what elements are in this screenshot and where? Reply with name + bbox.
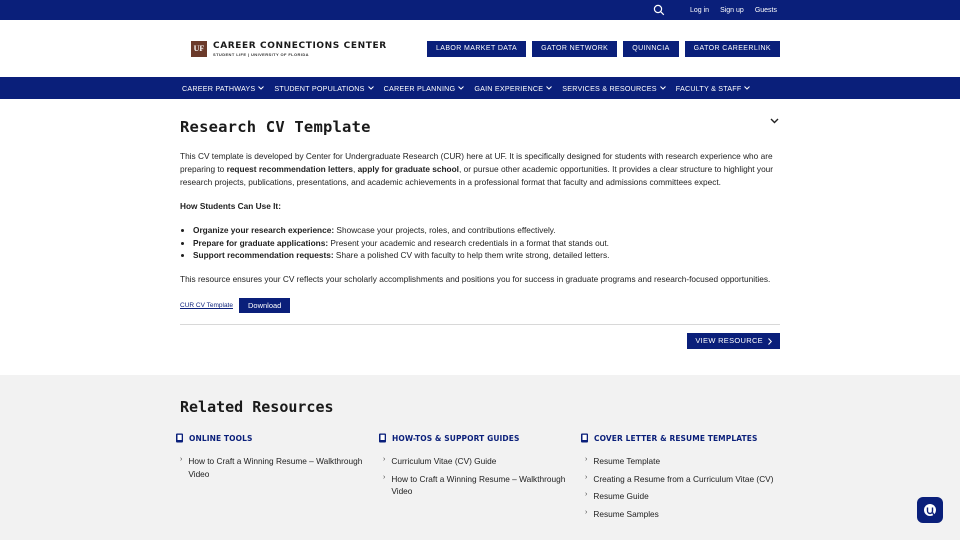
nav-services-resources[interactable]: SERVICES & RESOURCES (562, 84, 666, 93)
list-item[interactable]: › Resume Guide (585, 490, 776, 503)
list-item[interactable]: › How to Craft a Winning Resume – Walkthr… (383, 473, 574, 498)
related-resources-section: Related Resources ONLINE TOOLS › How to C… (0, 375, 960, 540)
templates-column: COVER LETTER & RESUME TEMPLATES › Resume … (580, 433, 776, 525)
site-subtitle: STUDENT LIFE | UNIVERSITY OF FLORIDA (213, 51, 309, 57)
column-heading: HOW-TOS & SUPPORT GUIDES (392, 433, 520, 443)
chevron-right-icon: › (585, 508, 588, 516)
chevron-right-icon: › (585, 456, 588, 463)
column-heading: ONLINE TOOLS (189, 433, 253, 443)
page-title: Research CV Template (180, 118, 371, 136)
usage-list: Organize your research experience: Showc… (180, 224, 780, 261)
chevron-down-icon (258, 86, 265, 90)
how-tos-column: HOW-TOS & SUPPORT GUIDES › Curriculum Vit… (378, 433, 574, 503)
utility-bar: Log in Sign up Guests (0, 0, 960, 20)
intro-paragraph: This CV template is developed by Center … (180, 151, 774, 187)
chat-widget-button[interactable] (917, 497, 943, 523)
online-tools-column: ONLINE TOOLS › How to Craft a Winning Res… (175, 433, 371, 485)
chat-icon (924, 504, 936, 516)
site-title: CAREER CONNECTIONS CENTER (213, 40, 387, 51)
quick-links: LABOR MARKET DATA GATOR NETWORK QUINNCIA… (426, 40, 780, 57)
nav-label: SERVICES & RESOURCES (562, 83, 657, 93)
guests-link[interactable]: Guests (755, 7, 777, 14)
list-item[interactable]: › Resume Samples (585, 508, 776, 521)
nav-label: STUDENT POPULATIONS (274, 83, 365, 93)
chevron-right-icon: › (383, 473, 386, 481)
chevron-right-icon: › (383, 456, 386, 463)
chevron-down-icon (458, 86, 465, 90)
chevron-down-icon (659, 86, 666, 90)
labor-market-data-button[interactable]: LABOR MARKET DATA (426, 40, 527, 57)
signup-link[interactable]: Sign up (720, 7, 744, 14)
nav-label: FACULTY & STAFF (675, 83, 742, 93)
list-item[interactable]: › Resume Template (585, 455, 776, 468)
closing-paragraph: This resource ensures your CV reflects y… (180, 274, 771, 285)
chevron-down-icon (744, 86, 751, 90)
nav-label: CAREER PATHWAYS (182, 83, 256, 93)
gator-careerlink-button[interactable]: GATOR CAREERLINK (684, 40, 780, 57)
nav-student-populations[interactable]: STUDENT POPULATIONS (274, 83, 374, 93)
quinncia-button[interactable]: QUINNCIA (623, 40, 679, 57)
site-logo[interactable]: UF CAREER CONNECTIONS CENTER STUDENT LIF… (191, 40, 387, 57)
chevron-right-icon: › (180, 456, 183, 463)
chevron-right-icon: › (585, 491, 588, 498)
list-item: Support recommendation requests: Share a… (193, 249, 780, 261)
chevron-down-icon (546, 86, 553, 90)
chevron-down-icon[interactable] (770, 118, 779, 124)
main-content: Research CV Template This CV template is… (180, 99, 780, 349)
nav-gain-experience[interactable]: GAIN EXPERIENCE (474, 83, 553, 93)
download-row: CUR CV Template Download (180, 298, 780, 314)
list-item: Organize your research experience: Showc… (193, 224, 780, 236)
nav-label: GAIN EXPERIENCE (474, 83, 544, 93)
chevron-right-icon (768, 337, 772, 345)
list-item[interactable]: › How to Craft a Winning Resume – Walkthr… (180, 455, 371, 480)
book-icon (379, 433, 386, 443)
nav-career-pathways[interactable]: CAREER PATHWAYS (182, 83, 265, 93)
usage-subheading: How Students Can Use It: (180, 201, 281, 212)
related-title: Related Resources (180, 398, 334, 416)
gator-network-button[interactable]: GATOR NETWORK (532, 40, 618, 57)
brand-header: UF CAREER CONNECTIONS CENTER STUDENT LIF… (0, 20, 960, 77)
book-icon (176, 433, 183, 443)
book-icon (581, 433, 588, 443)
list-item[interactable]: › Creating a Resume from a Curriculum Vit… (585, 473, 776, 486)
login-link[interactable]: Log in (690, 7, 709, 14)
view-resource-button[interactable]: VIEW RESOURCE (687, 333, 780, 349)
download-button[interactable]: Download (238, 298, 291, 314)
column-heading: COVER LETTER & RESUME TEMPLATES (594, 433, 758, 443)
search-icon[interactable] (653, 4, 665, 16)
chevron-right-icon: › (585, 473, 588, 481)
cv-template-link[interactable]: CUR CV Template (180, 302, 233, 309)
nav-faculty-staff[interactable]: FACULTY & STAFF (676, 84, 751, 93)
nav-label: CAREER PLANNING (383, 83, 456, 93)
list-item: Prepare for graduate applications: Prese… (193, 237, 780, 249)
list-item[interactable]: › Curriculum Vitae (CV) Guide (383, 455, 574, 468)
nav-career-planning[interactable]: CAREER PLANNING (384, 84, 465, 93)
main-nav: CAREER PATHWAYS STUDENT POPULATIONS CARE… (0, 77, 960, 99)
uf-logo-mark: UF (191, 40, 207, 57)
chevron-down-icon (367, 86, 374, 90)
divider (180, 324, 780, 326)
